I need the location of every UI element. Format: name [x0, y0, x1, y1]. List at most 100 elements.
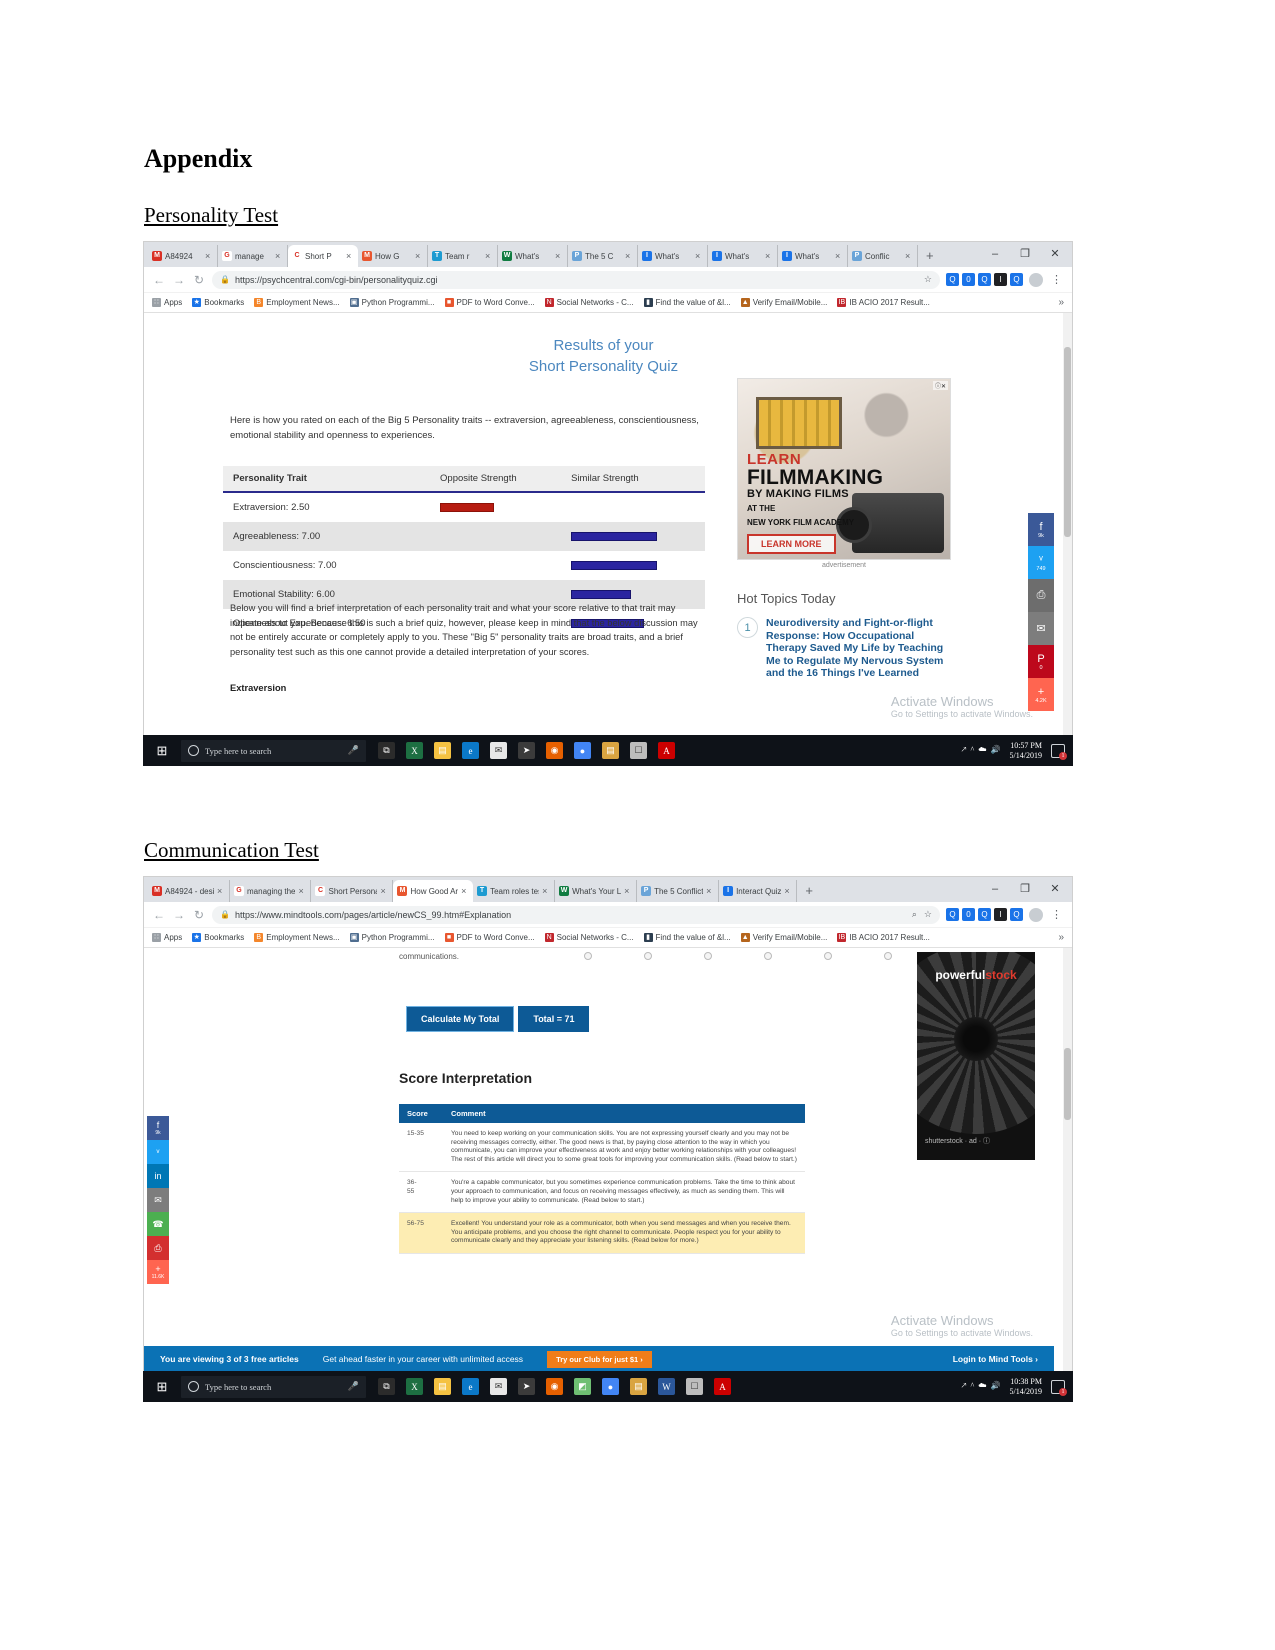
share-more-share-icon[interactable]: +11.6K: [147, 1260, 169, 1284]
quiz-radio-option[interactable]: [764, 952, 772, 960]
bookmarks-overflow-icon[interactable]: »: [1058, 297, 1064, 308]
bookmark-item[interactable]: ▮ Find the value of &l...: [643, 933, 731, 942]
notifications-icon[interactable]: [1051, 1379, 1067, 1396]
tab-close-icon[interactable]: ×: [555, 251, 563, 261]
word-icon[interactable]: W: [658, 1378, 675, 1395]
bookmark-star-icon[interactable]: ☆: [924, 274, 932, 285]
scrollbar-thumb[interactable]: [1064, 347, 1071, 537]
taskbar-clock[interactable]: 10:38 PM 5/14/2019: [1010, 1377, 1042, 1397]
start-button-icon[interactable]: ⊞: [143, 1379, 181, 1395]
whatsapp-share-icon[interactable]: ☎: [147, 1212, 169, 1236]
browser-tab[interactable]: W What's ×: [498, 245, 568, 267]
browser-tab[interactable]: I Interact Quiz ×: [719, 880, 798, 902]
extension-icon[interactable]: Q: [1010, 908, 1023, 921]
browser-tab[interactable]: W What's Your L ×: [555, 880, 638, 902]
email-share-icon[interactable]: ✉: [1028, 612, 1054, 645]
taskbar-clock[interactable]: 10:57 PM 5/14/2019: [1010, 741, 1042, 761]
browser-tab[interactable]: M How Good Ar ×: [393, 880, 474, 902]
browser-tab[interactable]: M How G ×: [358, 245, 428, 267]
browser-tab[interactable]: P Conflic ×: [848, 245, 918, 267]
tab-close-icon[interactable]: ×: [298, 886, 306, 896]
taskbar-search-input[interactable]: Type here to search 🎤: [181, 739, 366, 762]
print-share-icon[interactable]: ⎙: [1028, 579, 1054, 612]
browser-tab[interactable]: I What's ×: [778, 245, 848, 267]
excel-icon[interactable]: X: [406, 742, 423, 759]
advertisement-banner[interactable]: LEARN FILMMAKING BY MAKING FILMS AT THE …: [737, 378, 951, 560]
task-view-icon[interactable]: ⧉: [378, 742, 395, 759]
bookmark-item[interactable]: IB IB ACIO 2017 Result...: [837, 933, 930, 942]
microphone-icon[interactable]: 🎤: [348, 745, 359, 756]
bookmark-item[interactable]: ▣ Python Programmi...: [349, 933, 435, 942]
tab-close-icon[interactable]: ×: [217, 886, 225, 896]
bookmark-item[interactable]: ∷ Apps: [152, 298, 182, 307]
tray-icons[interactable]: 🡕 ^ ☁ 🔊: [961, 744, 1000, 758]
browser-tab[interactable]: M A84924 - desi ×: [148, 880, 230, 902]
tray-icons[interactable]: 🡕 ^ ☁ 🔊: [961, 1380, 1000, 1394]
calculate-total-button[interactable]: Calculate My Total: [406, 1006, 515, 1032]
tab-close-icon[interactable]: ×: [695, 251, 703, 261]
vertical-scrollbar[interactable]: [1063, 948, 1072, 1372]
edge-icon[interactable]: e: [462, 1378, 479, 1395]
browser-tab[interactable]: M A84924 ×: [148, 245, 218, 267]
bookmark-item[interactable]: IB IB ACIO 2017 Result...: [837, 298, 930, 307]
browser-tab[interactable]: P The 5 C ×: [568, 245, 638, 267]
adchoices-icon[interactable]: ⓘ✕: [932, 381, 948, 390]
tab-close-icon[interactable]: ×: [624, 886, 632, 896]
bookmark-item[interactable]: ★ Bookmarks: [192, 933, 244, 942]
start-button-icon[interactable]: ⊞: [143, 743, 181, 759]
close-button[interactable]: ✕: [1040, 879, 1070, 899]
acrobat-icon[interactable]: A: [714, 1378, 731, 1395]
back-icon[interactable]: ←: [152, 908, 166, 922]
omnibox[interactable]: 🔒 https://psychcentral.com/cgi-bin/perso…: [212, 270, 940, 289]
browser-tab[interactable]: Gmanaging the ×: [230, 880, 312, 902]
bookmark-item[interactable]: ▮ Find the value of &l...: [643, 298, 731, 307]
extension-icon[interactable]: 0: [962, 273, 975, 286]
reload-icon[interactable]: ↻: [192, 273, 206, 287]
back-icon[interactable]: ←: [152, 273, 166, 287]
bookmark-item[interactable]: ▲ Verify Email/Mobile...: [740, 298, 827, 307]
browser-tab[interactable]: P The 5 Conflict ×: [637, 880, 720, 902]
bookmark-item[interactable]: N Social Networks - C...: [544, 298, 634, 307]
extension-icon[interactable]: I: [994, 908, 1007, 921]
browser-tab[interactable]: C Short P ×: [288, 245, 358, 267]
club-cta-button[interactable]: Try our Club for just $1 ›: [547, 1350, 652, 1368]
chrome-icon[interactable]: ●: [574, 742, 591, 759]
pinterest-share-icon[interactable]: P0: [1028, 645, 1054, 678]
tab-close-icon[interactable]: ×: [625, 251, 633, 261]
cursor-app-icon[interactable]: ➤: [518, 742, 535, 759]
acrobat-icon[interactable]: A: [658, 742, 675, 759]
tab-close-icon[interactable]: ×: [415, 251, 423, 261]
tab-close-icon[interactable]: ×: [835, 251, 843, 261]
new-tab-button[interactable]: +: [918, 245, 942, 267]
bookmark-item[interactable]: ▣ Python Programmi...: [349, 298, 435, 307]
bookmark-item[interactable]: ■ PDF to Word Conve...: [444, 933, 535, 942]
microphone-icon[interactable]: 🎤: [348, 1381, 359, 1392]
tab-close-icon[interactable]: ×: [346, 251, 354, 261]
quiz-radio-option[interactable]: [884, 952, 892, 960]
omnibox[interactable]: 🔒 https://www.mindtools.com/pages/articl…: [212, 905, 940, 924]
extension-icon[interactable]: I: [994, 273, 1007, 286]
paint-icon[interactable]: ◩: [574, 1378, 591, 1395]
maximize-button[interactable]: ❐: [1010, 244, 1040, 264]
chrome-menu-icon[interactable]: ⋮: [1049, 273, 1064, 286]
hot-topic-item[interactable]: 1 Neurodiversity and Fight-or-flight Res…: [737, 617, 949, 680]
print-share-icon[interactable]: ⎙: [147, 1236, 169, 1260]
browser-tab[interactable]: Gmanage ×: [218, 245, 288, 267]
cursor-app-icon[interactable]: ➤: [518, 1378, 535, 1395]
quiz-radio-option[interactable]: [704, 952, 712, 960]
forward-icon[interactable]: →: [172, 273, 186, 287]
browser-tab[interactable]: I What's ×: [638, 245, 708, 267]
bookmark-star-icon[interactable]: ☆: [924, 909, 932, 920]
minimize-button[interactable]: –: [980, 879, 1010, 899]
photos-icon[interactable]: ☐: [686, 1378, 703, 1395]
avatar[interactable]: [1029, 907, 1043, 922]
extension-icon[interactable]: Q: [978, 908, 991, 921]
browser-tab[interactable]: T Team r ×: [428, 245, 498, 267]
excel-icon[interactable]: X: [406, 1378, 423, 1395]
extension-icon[interactable]: Q: [1010, 273, 1023, 286]
bookmarks-overflow-icon[interactable]: »: [1058, 932, 1064, 943]
tab-close-icon[interactable]: ×: [784, 886, 792, 896]
bookmark-item[interactable]: ∷ Apps: [152, 933, 182, 942]
linkedin-share-icon[interactable]: in: [147, 1164, 169, 1188]
tab-close-icon[interactable]: ×: [542, 886, 550, 896]
